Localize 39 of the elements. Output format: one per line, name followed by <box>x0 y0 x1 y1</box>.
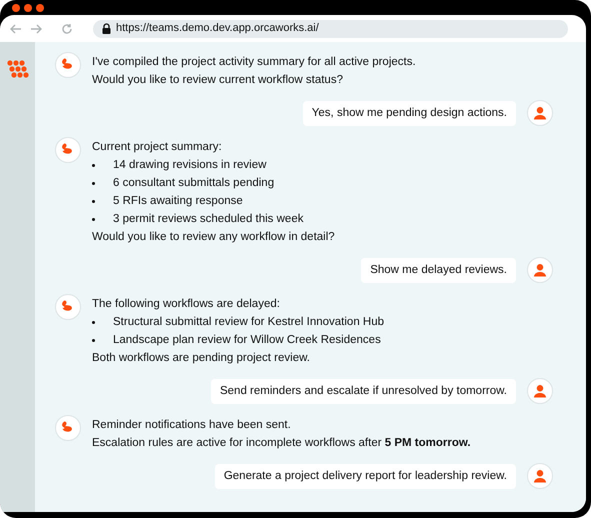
url-text: https://teams.demo.dev.app.orcaworks.ai/ <box>116 21 319 36</box>
list-item: 5 RFIs awaiting response <box>113 194 243 209</box>
logo-icon[interactable] <box>6 60 28 78</box>
user-message-bubble: Show me delayed reviews. <box>361 258 516 282</box>
bullet-icon <box>92 182 95 185</box>
list-item: 3 permit reviews scheduled this week <box>113 212 304 227</box>
message-text: Reminder notifications have been sent. <box>92 418 292 433</box>
bullet-icon <box>92 200 95 203</box>
bullet-icon <box>92 218 95 221</box>
bot-avatar-icon <box>55 415 81 441</box>
user-avatar-icon <box>527 378 553 404</box>
message-text: Current project summary: <box>92 140 223 155</box>
user-message-bubble: Send reminders and escalate if unresolved by tomorrow. <box>210 378 516 404</box>
message-text: I've compiled the project activity summary for all active projects. <box>92 55 416 70</box>
bullet-icon <box>92 321 95 324</box>
reload-icon[interactable] <box>61 22 73 34</box>
bullet-icon <box>92 339 95 342</box>
list-item: Landscape plan review for Willow Creek Residences <box>113 333 381 348</box>
forward-icon[interactable] <box>30 24 42 34</box>
message-text: Escalation rules are active for incomplete workflows after 5 PM tomorrow. <box>92 436 471 451</box>
user-message-bubble: Yes, show me pending design actions. <box>302 100 516 126</box>
user-message-bubble: Generate a project delivery report for leadership review. <box>214 464 516 488</box>
message-text: Would you like to review any workflow in detail? <box>92 230 335 245</box>
bot-avatar-icon <box>55 137 81 163</box>
message-text: Would you like to review current workflow status? <box>92 73 344 88</box>
back-icon[interactable] <box>10 24 22 34</box>
bot-avatar-icon <box>55 294 81 320</box>
lock-icon <box>102 23 111 34</box>
list-item: 6 consultant submittals pending <box>113 176 274 191</box>
address-bar[interactable]: https://teams.demo.dev.app.orcaworks.ai/ <box>93 20 568 38</box>
list-item: 14 drawing revisions in review <box>113 158 266 173</box>
user-avatar-icon <box>527 257 553 283</box>
message-text: Both workflows are pending project review. <box>92 351 311 366</box>
list-item: Structural submittal review for Kestrel Innovation Hub <box>113 315 384 330</box>
user-avatar-icon <box>527 100 553 126</box>
user-avatar-icon <box>527 463 553 489</box>
bullet-icon <box>92 164 95 167</box>
message-text: The following workflows are delayed: <box>92 297 281 312</box>
bot-avatar-icon <box>55 52 81 78</box>
